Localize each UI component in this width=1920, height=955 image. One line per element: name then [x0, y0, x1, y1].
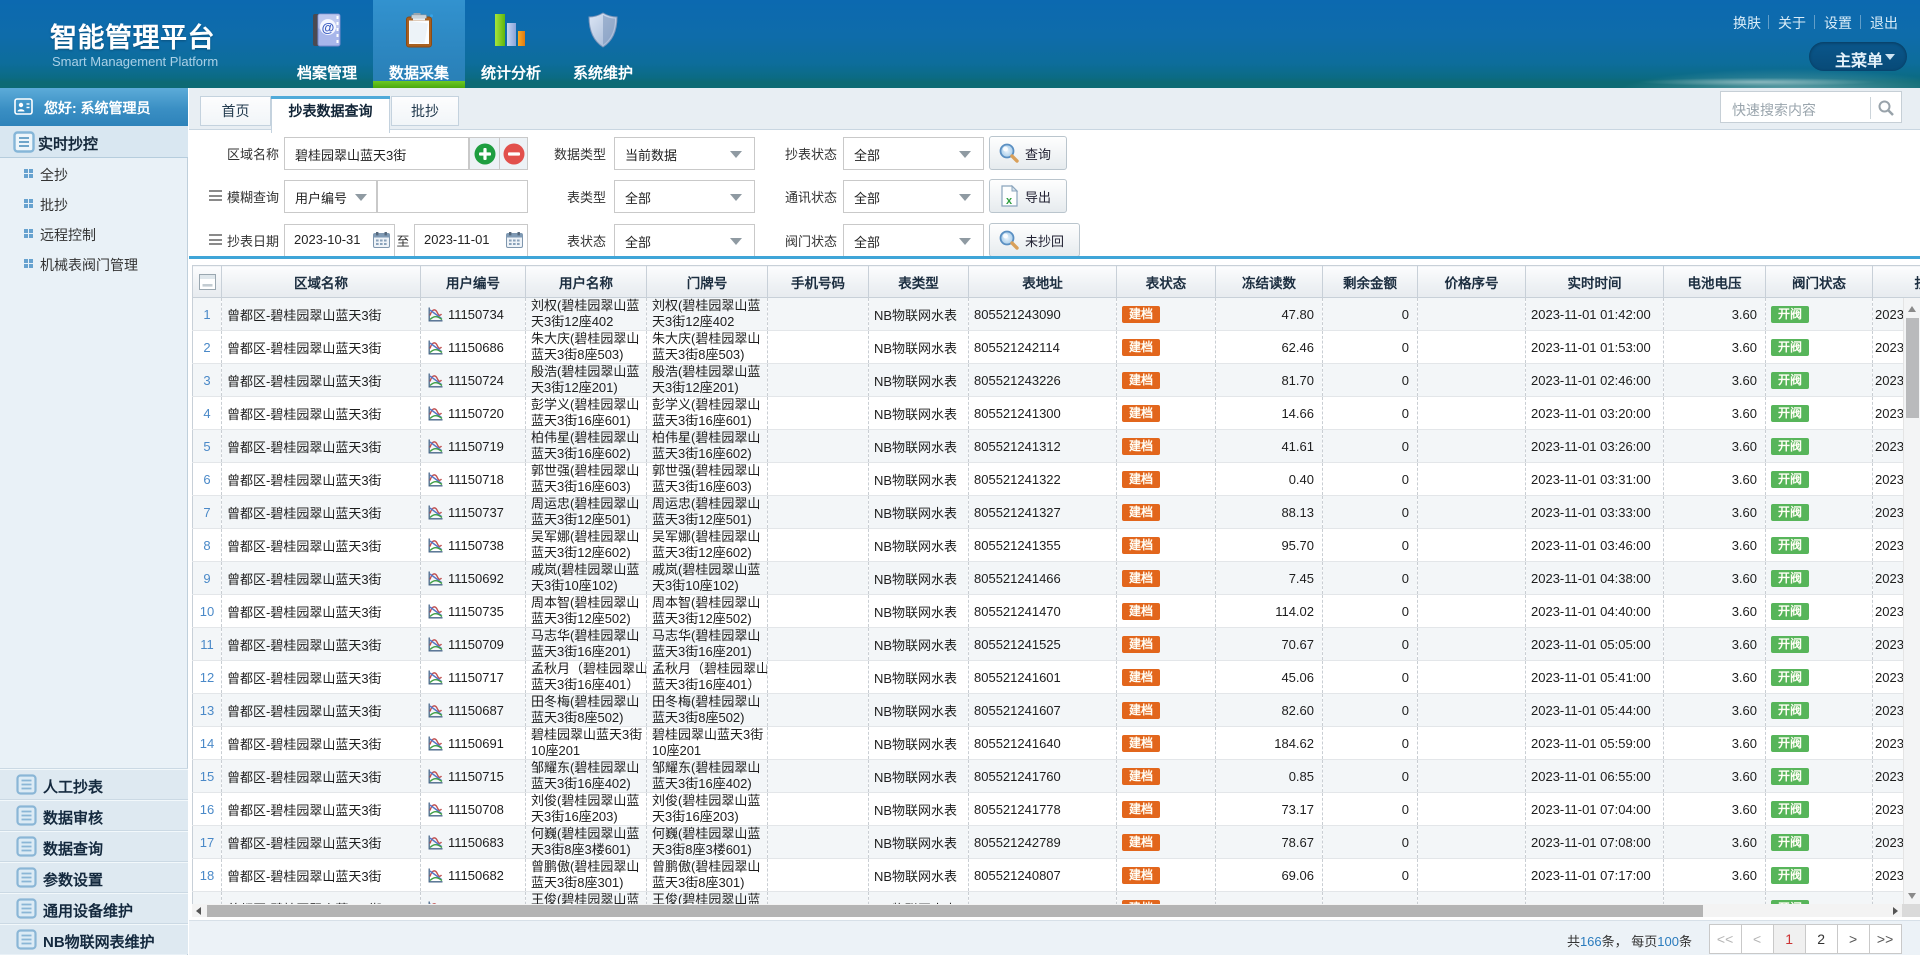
- svg-text:x: x: [1006, 195, 1013, 207]
- svg-text:@: @: [322, 20, 335, 35]
